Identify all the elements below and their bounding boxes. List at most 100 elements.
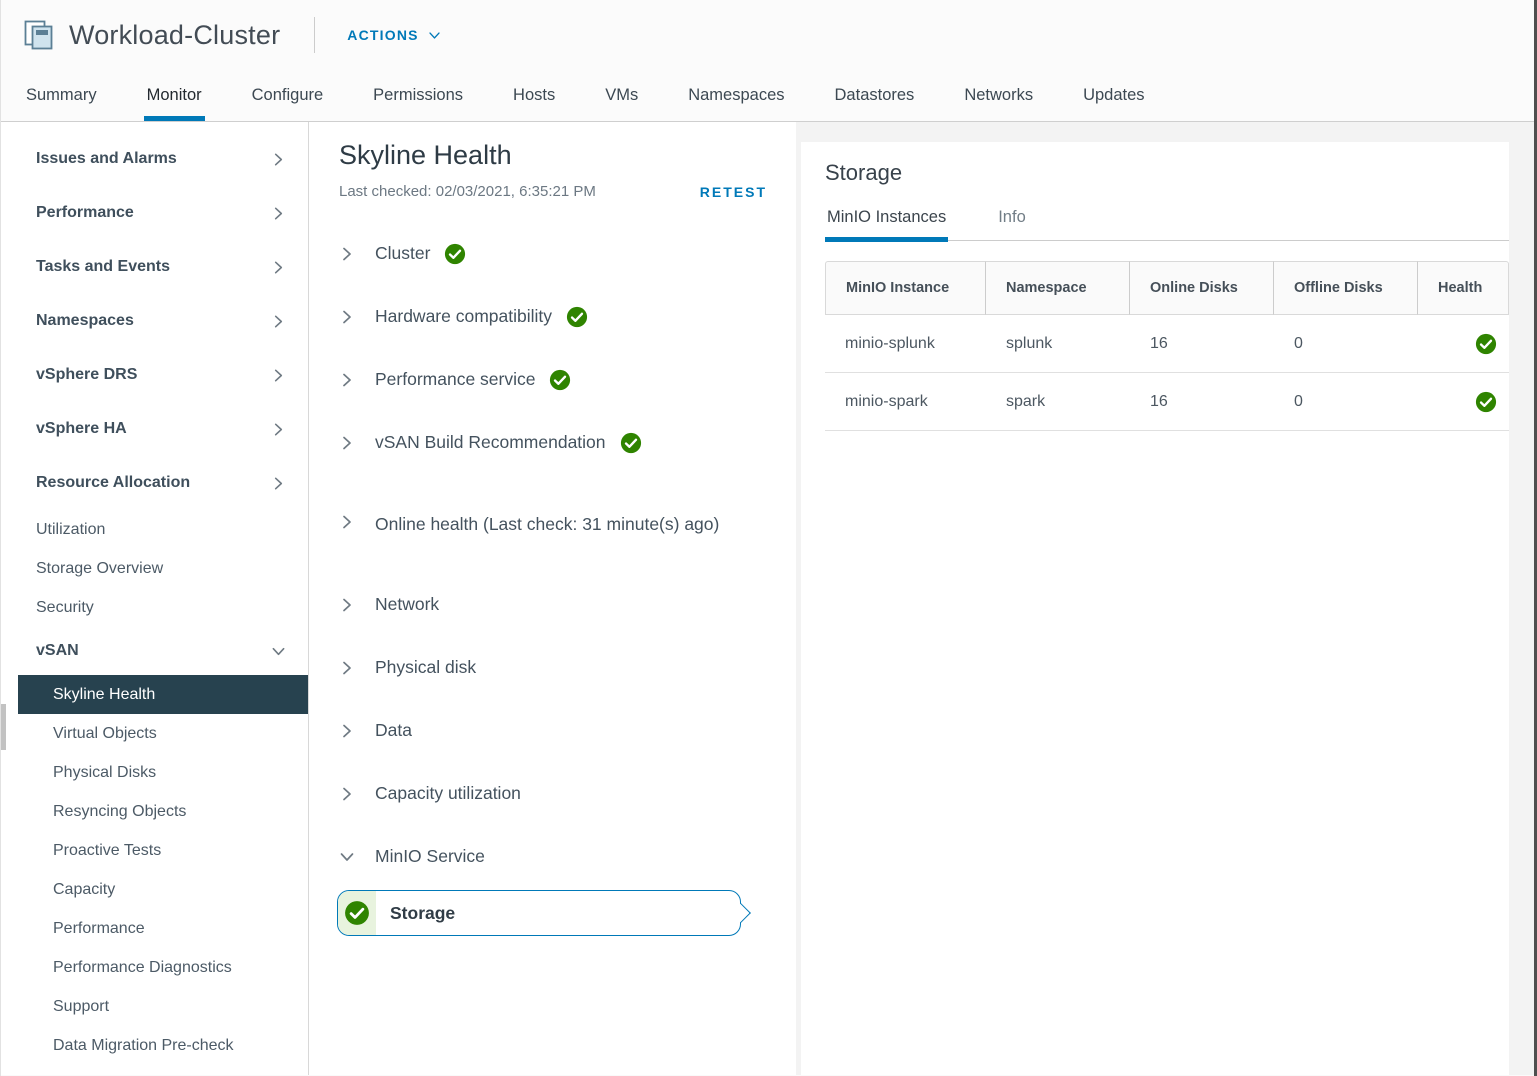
sidebar-item-resyncing-objects[interactable]: Resyncing Objects <box>1 792 308 831</box>
sidebar-item-proactive-tests[interactable]: Proactive Tests <box>1 831 308 870</box>
health-item-storage-selected[interactable]: Storage <box>337 890 741 936</box>
sidebar-item-label: Namespaces <box>36 312 134 330</box>
tab-networks[interactable]: Networks <box>961 70 1036 121</box>
health-item-label: MinIO Service <box>375 846 485 867</box>
column-header-namespace[interactable]: Namespace <box>986 261 1130 315</box>
health-item-online-health[interactable]: Online health (Last check: 31 minute(s) … <box>339 474 796 573</box>
success-check-icon <box>566 306 588 328</box>
sidebar-item-skyline-health[interactable]: Skyline Health <box>18 675 308 714</box>
sidebar-item-label: Tasks and Events <box>36 258 170 276</box>
chevron-right-icon <box>271 206 286 221</box>
sidebar-item-data-migration-pre-check[interactable]: Data Migration Pre-check <box>1 1026 308 1065</box>
retest-button[interactable]: RETEST <box>700 184 767 200</box>
panel-title: Skyline Health <box>339 140 796 171</box>
sidebar-item-security[interactable]: Security <box>1 588 308 627</box>
cell-namespace: splunk <box>986 315 1130 373</box>
cell-namespace: spark <box>986 373 1130 431</box>
sidebar-item-resource-allocation[interactable]: Resource Allocation <box>1 456 308 510</box>
health-item-minio-service[interactable]: MinIO Service <box>339 825 796 888</box>
sidebar-item-label: vSphere HA <box>36 420 127 438</box>
sidebar-item-performance-vsan[interactable]: Performance <box>1 909 308 948</box>
health-item-label: Hardware compatibility <box>375 306 552 327</box>
health-item-performance-service[interactable]: Performance service <box>339 348 796 411</box>
sidebar-item-vsan[interactable]: vSAN <box>1 627 308 675</box>
tab-vms[interactable]: VMs <box>602 70 641 121</box>
health-item-label: Network <box>375 594 439 615</box>
status-strip <box>338 891 376 935</box>
sidebar-item-performance-diagnostics[interactable]: Performance Diagnostics <box>1 948 308 987</box>
tab-permissions[interactable]: Permissions <box>370 70 466 121</box>
column-header-offline-disks[interactable]: Offline Disks <box>1274 261 1418 315</box>
sidebar-item-vsphere-drs[interactable]: vSphere DRS <box>1 348 308 402</box>
health-item-label: Performance service <box>375 369 535 390</box>
tab-minio-instances[interactable]: MinIO Instances <box>825 206 948 240</box>
sidebar-item-label: Resource Allocation <box>36 474 190 492</box>
chevron-right-icon <box>271 314 286 329</box>
chevron-right-icon <box>339 372 355 388</box>
chevron-down-icon <box>271 644 286 659</box>
sidebar-item-virtual-objects[interactable]: Virtual Objects <box>1 714 308 753</box>
last-checked-text: Last checked: 02/03/2021, 6:35:21 PM <box>339 183 596 200</box>
detail-title: Storage <box>825 160 1509 186</box>
callout-arrow <box>731 903 751 923</box>
health-item-physical-disk[interactable]: Physical disk <box>339 636 796 699</box>
tab-hosts[interactable]: Hosts <box>510 70 558 121</box>
chevron-right-icon <box>271 368 286 383</box>
health-item-label: Capacity utilization <box>375 783 521 804</box>
health-item-hardware-compatibility[interactable]: Hardware compatibility <box>339 285 796 348</box>
sidebar-item-support[interactable]: Support <box>1 987 308 1026</box>
health-item-label: Storage <box>390 903 455 924</box>
health-check-list: Cluster Hardware compatibility Performan… <box>339 222 796 936</box>
tab-monitor[interactable]: Monitor <box>144 70 205 121</box>
column-header-online-disks[interactable]: Online Disks <box>1130 261 1274 315</box>
storage-detail-tabs: MinIO Instances Info <box>825 206 1509 241</box>
tab-summary[interactable]: Summary <box>23 70 100 121</box>
cell-offline-disks: 0 <box>1274 373 1418 431</box>
health-item-label: Online health (Last check: 31 minute(s) … <box>375 506 719 542</box>
chevron-right-icon <box>339 660 355 676</box>
chevron-down-icon <box>339 849 355 865</box>
chevron-right-icon <box>271 422 286 437</box>
page-title: Workload-Cluster <box>69 20 280 51</box>
object-header: Workload-Cluster ACTIONS <box>1 0 1537 70</box>
health-item-vsan-build-recommendation[interactable]: vSAN Build Recommendation <box>339 411 796 474</box>
health-item-label: vSAN Build Recommendation <box>375 432 606 453</box>
success-check-icon <box>620 432 642 454</box>
table-row-minio-spark[interactable]: minio-spark spark 16 0 <box>825 373 1509 431</box>
cell-online-disks: 16 <box>1130 373 1274 431</box>
sidebar-item-performance[interactable]: Performance <box>1 186 308 240</box>
table-header-row: MinIO Instance Namespace Online Disks Of… <box>825 261 1509 315</box>
chevron-right-icon <box>271 260 286 275</box>
table-row-minio-splunk[interactable]: minio-splunk splunk 16 0 <box>825 315 1509 373</box>
sidebar-resize-handle[interactable] <box>1 704 6 750</box>
chevron-right-icon <box>339 514 355 530</box>
sidebar-item-utilization[interactable]: Utilization <box>1 510 308 549</box>
tab-updates[interactable]: Updates <box>1080 70 1147 121</box>
tab-info[interactable]: Info <box>996 206 1028 240</box>
storage-detail-panel: Storage MinIO Instances Info MinIO Insta… <box>801 142 1509 1075</box>
health-item-data[interactable]: Data <box>339 699 796 762</box>
cell-offline-disks: 0 <box>1274 315 1418 373</box>
column-header-minio-instance[interactable]: MinIO Instance <box>825 261 986 315</box>
sidebar-item-storage-overview[interactable]: Storage Overview <box>1 549 308 588</box>
health-item-network[interactable]: Network <box>339 573 796 636</box>
sidebar-item-vsphere-ha[interactable]: vSphere HA <box>1 402 308 456</box>
chevron-right-icon <box>339 309 355 325</box>
column-header-health[interactable]: Health <box>1418 261 1509 315</box>
tab-datastores[interactable]: Datastores <box>832 70 918 121</box>
sidebar-item-capacity[interactable]: Capacity <box>1 870 308 909</box>
actions-button[interactable]: ACTIONS <box>347 27 440 43</box>
success-check-icon <box>1475 333 1497 355</box>
skyline-health-panel: Skyline Health Last checked: 02/03/2021,… <box>309 122 796 1075</box>
tab-namespaces[interactable]: Namespaces <box>685 70 787 121</box>
sidebar-item-namespaces[interactable]: Namespaces <box>1 294 308 348</box>
sidebar-item-tasks-and-events[interactable]: Tasks and Events <box>1 240 308 294</box>
health-item-capacity-utilization[interactable]: Capacity utilization <box>339 762 796 825</box>
minio-instances-table: MinIO Instance Namespace Online Disks Of… <box>825 261 1509 431</box>
object-tabbar: Summary Monitor Configure Permissions Ho… <box>1 70 1537 122</box>
sidebar-item-issues-and-alarms[interactable]: Issues and Alarms <box>1 132 308 186</box>
health-item-cluster[interactable]: Cluster <box>339 222 796 285</box>
tab-configure[interactable]: Configure <box>249 70 327 121</box>
sidebar-item-physical-disks[interactable]: Physical Disks <box>1 753 308 792</box>
cell-health <box>1418 315 1509 373</box>
